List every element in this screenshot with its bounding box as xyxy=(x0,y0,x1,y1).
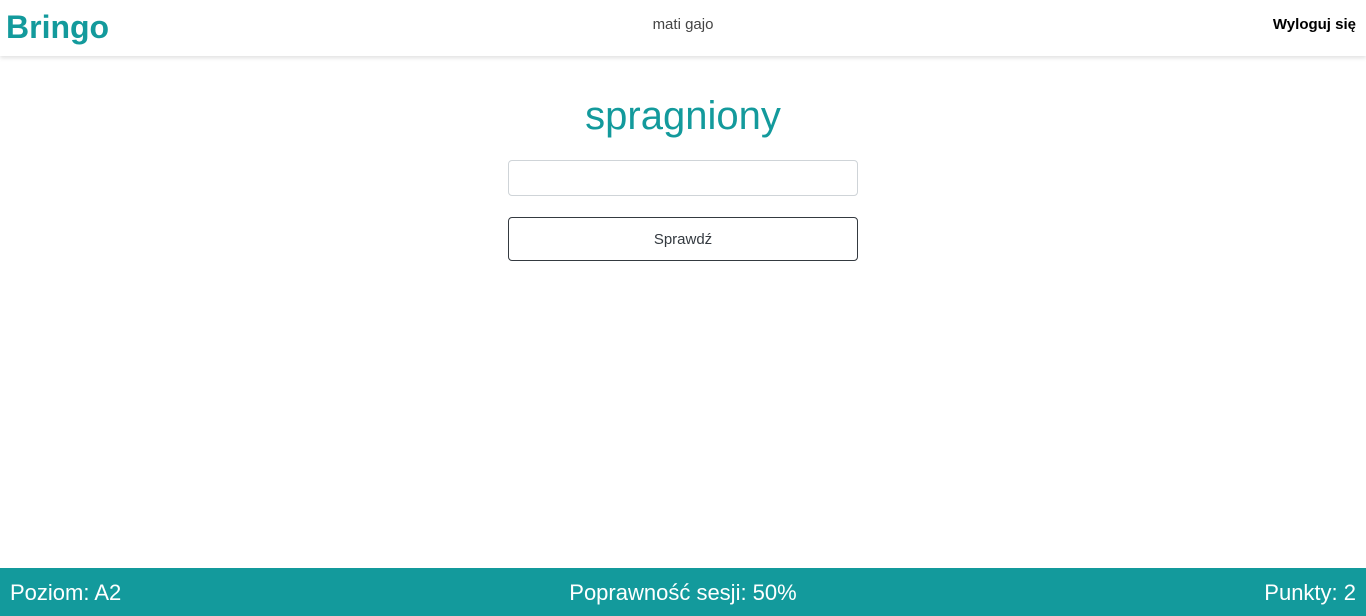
logout-link[interactable]: Wyloguj się xyxy=(1273,15,1356,35)
quiz-panel: spragniony Sprawdź xyxy=(0,56,1366,568)
points-counter: Punkty: 2 xyxy=(1264,580,1356,605)
session-accuracy: Poprawność sesji: 50% xyxy=(569,580,797,605)
quiz-word: spragniony xyxy=(585,94,781,138)
check-button[interactable]: Sprawdź xyxy=(508,217,858,261)
answer-input[interactable] xyxy=(508,160,858,196)
username-label: mati gajo xyxy=(652,16,714,33)
status-footer: Poziom: A2 Poprawność sesji: 50% Punkty:… xyxy=(0,568,1366,616)
top-navbar: Bringo mati gajo Wyloguj się xyxy=(0,0,1366,56)
